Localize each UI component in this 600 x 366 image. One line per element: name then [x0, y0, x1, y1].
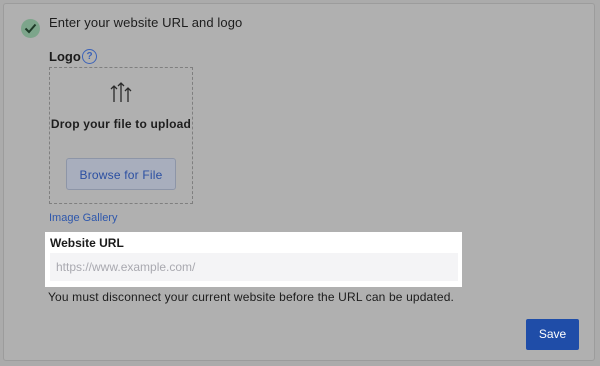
check-icon [21, 19, 40, 38]
dropzone-text: Drop your file to upload [50, 117, 192, 131]
image-gallery-link[interactable]: Image Gallery [49, 212, 117, 224]
logo-label: Logo [49, 49, 81, 64]
save-button[interactable]: Save [526, 319, 579, 350]
step-title: Enter your website URL and logo [49, 15, 243, 30]
browse-for-file-button[interactable]: Browse for File [66, 158, 176, 190]
website-url-section: Website URL [45, 232, 462, 287]
website-url-input[interactable] [50, 253, 458, 281]
upload-arrows-icon [110, 82, 132, 102]
website-url-label: Website URL [50, 236, 124, 250]
logo-dropzone[interactable]: Drop your file to upload Browse for File [49, 67, 193, 204]
disconnect-note: You must disconnect your current website… [48, 290, 454, 304]
question-circle-icon[interactable]: ? [82, 49, 97, 64]
